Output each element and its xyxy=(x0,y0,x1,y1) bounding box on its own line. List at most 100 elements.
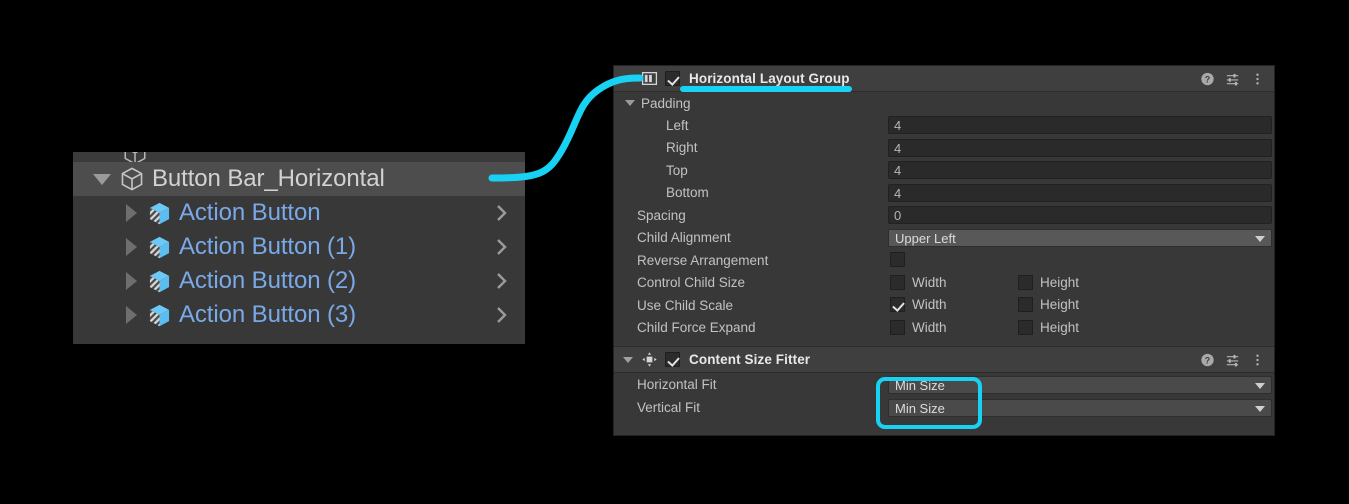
svg-text:?: ? xyxy=(1205,355,1210,365)
use-child-scale-height-checkbox[interactable] xyxy=(1018,297,1033,312)
property-row-vertical-fit: Vertical Fit Min Size xyxy=(614,396,1274,419)
prefab-variant-cube-icon xyxy=(149,236,170,258)
padding-top-input[interactable]: 4 xyxy=(888,161,1272,179)
more-menu-icon[interactable] xyxy=(1250,352,1265,367)
use-child-scale-height-group: Height xyxy=(1018,297,1079,312)
screenshot-root: Button Bar_Horizontal Action Button Acti… xyxy=(0,0,1349,504)
property-label: Horizontal Fit xyxy=(637,377,717,392)
help-icon[interactable]: ? xyxy=(1200,352,1215,367)
svg-text:?: ? xyxy=(1205,74,1210,84)
component-enabled-checkbox[interactable] xyxy=(665,71,680,86)
vertical-fit-dropdown[interactable]: Min Size xyxy=(888,399,1272,417)
property-row-child-force-expand: Child Force Expand Width Height xyxy=(614,317,1274,340)
foldout-label: Padding xyxy=(641,95,691,111)
checkbox-label: Width xyxy=(912,319,947,335)
child-alignment-dropdown[interactable]: Upper Left xyxy=(888,228,1272,247)
checkbox-label: Height xyxy=(1040,319,1080,335)
control-child-size-width-group: Width xyxy=(890,274,947,290)
control-child-size-height-checkbox[interactable] xyxy=(1018,274,1033,290)
checkbox-label: Height xyxy=(1040,297,1080,312)
checkbox-label: Width xyxy=(912,274,947,290)
hierarchy-row-child[interactable]: Action Button (1) xyxy=(73,230,525,264)
child-force-expand-height-checkbox[interactable] xyxy=(1018,319,1033,335)
use-child-scale-width-group: Width xyxy=(890,297,947,312)
hierarchy-partial-row-top xyxy=(73,152,525,162)
property-label: Use Child Scale xyxy=(637,297,734,313)
padding-bottom-input[interactable]: 4 xyxy=(888,183,1272,202)
spacing-input[interactable]: 0 xyxy=(888,206,1272,224)
foldout-expanded-icon[interactable] xyxy=(623,75,633,82)
gameobject-cube-icon xyxy=(121,167,143,191)
prefab-variant-cube-icon xyxy=(149,270,170,292)
child-force-expand-height-group: Height xyxy=(1018,319,1080,335)
content-size-fitter-icon xyxy=(642,352,657,367)
hierarchy-root-label: Button Bar_Horizontal xyxy=(152,165,385,192)
component-title: Content Size Fitter xyxy=(689,352,811,367)
property-label: Control Child Size xyxy=(637,275,746,291)
padding-left-input[interactable]: 4 xyxy=(888,116,1272,134)
section-gap xyxy=(614,339,1274,346)
component-enabled-checkbox[interactable] xyxy=(665,352,680,367)
preset-icon[interactable] xyxy=(1225,71,1240,86)
foldout-collapsed-icon[interactable] xyxy=(126,272,137,290)
title-underline-annotation xyxy=(680,86,852,92)
gameobject-cube-icon xyxy=(124,152,146,162)
use-child-scale-width-checkbox[interactable] xyxy=(890,297,905,312)
preset-icon[interactable] xyxy=(1225,352,1240,367)
hierarchy-child-label: Action Button (3) xyxy=(179,301,357,328)
property-row-left: Left 4 xyxy=(614,114,1274,137)
more-menu-icon[interactable] xyxy=(1250,71,1265,86)
hierarchy-row-child[interactable]: Action Button (3) xyxy=(73,298,525,332)
component-title: Horizontal Layout Group xyxy=(689,71,850,86)
child-force-expand-width-checkbox[interactable] xyxy=(890,319,905,335)
prefab-open-chevron-icon[interactable] xyxy=(495,271,509,291)
control-child-size-height-group: Height xyxy=(1018,274,1080,290)
hierarchy-row-child[interactable]: Action Button xyxy=(73,196,525,230)
control-child-size-width-checkbox[interactable] xyxy=(890,274,905,290)
hierarchy-row-root[interactable]: Button Bar_Horizontal xyxy=(73,162,525,196)
reverse-arrangement-checkbox[interactable] xyxy=(890,252,905,267)
chevron-down-icon xyxy=(1255,235,1265,242)
foldout-collapsed-icon[interactable] xyxy=(126,306,137,324)
horizontal-fit-dropdown[interactable]: Min Size xyxy=(888,376,1272,394)
hierarchy-child-label: Action Button (1) xyxy=(179,233,357,260)
property-row-control-child-size: Control Child Size Width Height xyxy=(614,272,1274,295)
property-row-top: Top 4 xyxy=(614,159,1274,182)
chevron-down-icon xyxy=(1255,383,1265,389)
property-row-use-child-scale: Use Child Scale Width Height xyxy=(614,294,1274,317)
foldout-expanded-icon[interactable] xyxy=(623,356,633,363)
hierarchy-child-label: Action Button xyxy=(179,199,321,226)
property-row-right: Right 4 xyxy=(614,137,1274,160)
hierarchy-child-label: Action Button (2) xyxy=(179,267,357,294)
property-label: Top xyxy=(666,162,688,178)
component-header-icons: ? xyxy=(1200,71,1265,86)
prefab-open-chevron-icon[interactable] xyxy=(495,237,509,257)
padding-right-input[interactable]: 4 xyxy=(888,138,1272,157)
help-icon[interactable]: ? xyxy=(1200,71,1215,86)
property-row-reverse-arrangement: Reverse Arrangement xyxy=(614,249,1274,272)
foldout-expanded-icon[interactable] xyxy=(625,100,635,106)
foldout-collapsed-icon[interactable] xyxy=(126,204,137,222)
hierarchy-row-child[interactable]: Action Button (2) xyxy=(73,264,525,298)
foldout-collapsed-icon[interactable] xyxy=(126,238,137,256)
property-label: Child Alignment xyxy=(637,230,731,246)
hierarchy-panel: Button Bar_Horizontal Action Button Acti… xyxy=(73,152,525,344)
checkbox-label: Height xyxy=(1040,274,1080,290)
component-header-content-size-fitter[interactable]: Content Size Fitter ? xyxy=(614,347,1274,373)
property-row-child-alignment: Child Alignment Upper Left xyxy=(614,227,1274,250)
prefab-variant-cube-icon xyxy=(149,202,170,224)
property-row-bottom: Bottom 4 xyxy=(614,182,1274,205)
chevron-down-icon xyxy=(1255,406,1265,412)
property-label: Right xyxy=(666,140,698,156)
foldout-padding[interactable]: Padding xyxy=(614,92,1274,114)
checkbox-label: Width xyxy=(912,297,947,312)
inspector-panel: Horizontal Layout Group ? Padding Left 4… xyxy=(613,65,1275,436)
property-label: Left xyxy=(666,117,689,133)
foldout-expanded-icon[interactable] xyxy=(93,173,111,185)
property-label: Child Force Expand xyxy=(637,320,756,336)
prefab-open-chevron-icon[interactable] xyxy=(495,203,509,223)
property-row-horizontal-fit: Horizontal Fit Min Size xyxy=(614,373,1274,396)
component-header-icons: ? xyxy=(1200,352,1265,367)
prefab-open-chevron-icon[interactable] xyxy=(495,305,509,325)
property-row-spacing: Spacing 0 xyxy=(614,204,1274,227)
